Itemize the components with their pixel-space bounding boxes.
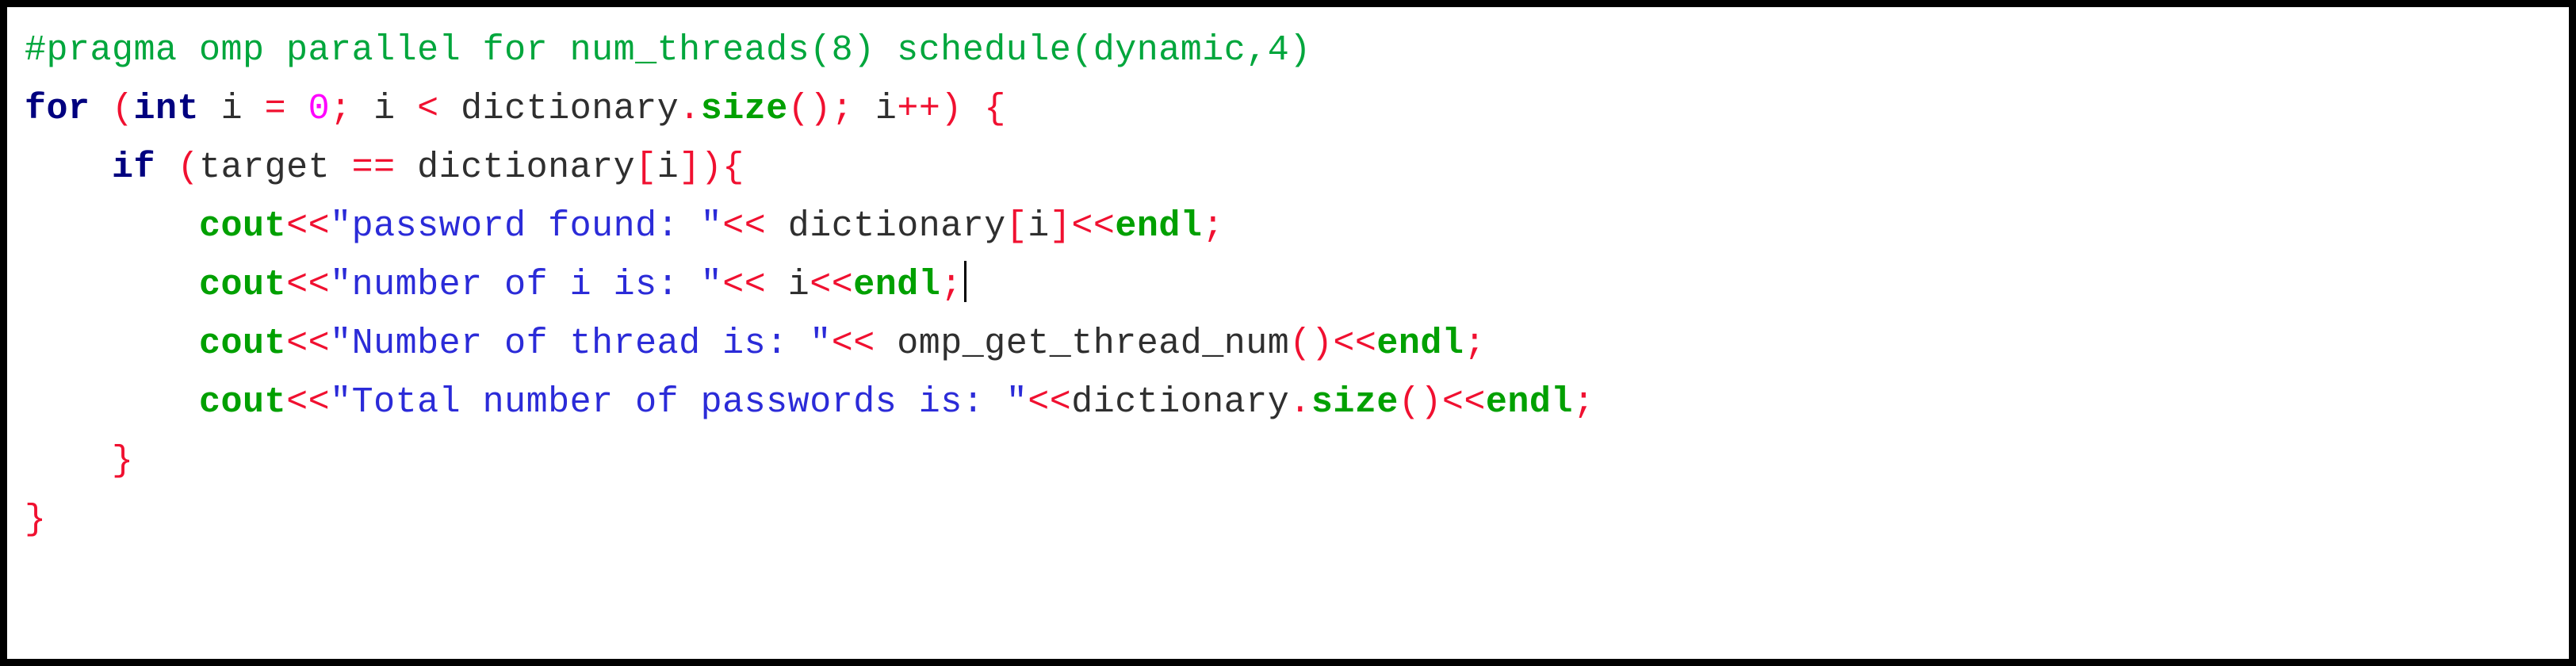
code-token: ] — [679, 147, 701, 188]
code-token: ( — [112, 89, 134, 129]
code-token: i — [766, 265, 810, 305]
code-line: cout<<"number of i is: "<< i<<endl; — [25, 256, 2569, 315]
code-token: { — [984, 89, 1006, 129]
code-token: << — [722, 265, 767, 305]
code-line: cout<<"password found: "<< dictionary[i]… — [25, 197, 2569, 256]
code-token: << — [722, 206, 767, 247]
text-cursor-caret — [963, 261, 966, 302]
code-token: endl — [1376, 323, 1464, 364]
code-token: #pragma omp parallel for num_threads(8) … — [25, 30, 1311, 71]
code-token: endl — [1115, 206, 1203, 247]
code-token: i — [853, 89, 898, 129]
code-token: size — [1311, 382, 1399, 423]
code-token: cout — [199, 323, 287, 364]
code-token: ++ — [897, 89, 941, 129]
code-token: size — [700, 89, 788, 129]
code-line: cout<<"Total number of passwords is: "<<… — [25, 373, 2569, 432]
code-token: i — [199, 89, 265, 129]
code-token: () — [1289, 323, 1334, 364]
code-token: dictionary — [766, 206, 1006, 247]
code-token: "Total number of passwords is: " — [330, 382, 1028, 423]
code-line: } — [25, 432, 2569, 491]
code-token: << — [286, 265, 331, 305]
code-token: "password found: " — [330, 206, 723, 247]
code-token: << — [286, 323, 331, 364]
code-token: i — [1028, 206, 1050, 247]
code-token: . — [1289, 382, 1311, 423]
code-token: ; — [1572, 382, 1595, 423]
code-token: << — [810, 265, 854, 305]
code-token: { — [722, 147, 744, 188]
code-line: for (int i = 0; i < dictionary.size(); i… — [25, 80, 2569, 139]
code-block[interactable]: #pragma omp parallel for num_threads(8) … — [7, 7, 2569, 549]
code-token: << — [1028, 382, 1072, 423]
code-token: << — [286, 382, 331, 423]
code-token: [ — [635, 147, 657, 188]
code-token: ] — [1049, 206, 1072, 247]
code-token: [ — [1005, 206, 1028, 247]
code-token: cout — [199, 265, 287, 305]
code-token: << — [1333, 323, 1377, 364]
code-token: dictionary — [395, 147, 636, 188]
code-token: dictionary — [438, 89, 679, 129]
code-line: } — [25, 491, 2569, 549]
code-token: endl — [1485, 382, 1573, 423]
code-token: ; — [1202, 206, 1224, 247]
code-token: int — [133, 89, 200, 129]
code-token: } — [25, 500, 47, 540]
code-token: target — [199, 147, 352, 188]
code-screenshot-figure: #pragma omp parallel for num_threads(8) … — [0, 0, 2576, 666]
code-token: cout — [199, 206, 287, 247]
code-token: } — [112, 441, 134, 481]
code-line: #pragma omp parallel for num_threads(8) … — [25, 21, 2569, 80]
code-token: i — [656, 147, 679, 188]
code-token: = — [264, 89, 287, 129]
code-line: cout<<"Number of thread is: "<< omp_get_… — [25, 315, 2569, 373]
code-token: "Number of thread is: " — [330, 323, 832, 364]
code-token: ; — [940, 265, 963, 305]
code-token: << — [1441, 382, 1486, 423]
code-token: . — [679, 89, 701, 129]
code-token: ; — [831, 89, 854, 129]
code-token: dictionary — [1071, 382, 1290, 423]
code-token: () — [787, 89, 832, 129]
code-token: 0 — [308, 89, 331, 129]
code-token: endl — [853, 265, 941, 305]
code-token: ) — [700, 147, 723, 188]
code-token: ; — [330, 89, 352, 129]
code-token: < — [417, 89, 439, 129]
code-token: "number of i is: " — [330, 265, 723, 305]
code-token: << — [831, 323, 875, 364]
code-token: i — [351, 89, 418, 129]
code-token: << — [1071, 206, 1116, 247]
code-token: cout — [199, 382, 287, 423]
code-token: == — [351, 147, 396, 188]
code-token: << — [286, 206, 331, 247]
code-token: omp_get_thread_num — [875, 323, 1290, 364]
code-token: ; — [1464, 323, 1486, 364]
code-token: if — [112, 147, 156, 188]
code-token: ( — [177, 147, 200, 188]
code-token: () — [1398, 382, 1442, 423]
code-line: if (target == dictionary[i]){ — [25, 139, 2569, 197]
code-token: for — [25, 89, 90, 129]
code-token: ) — [940, 89, 963, 129]
